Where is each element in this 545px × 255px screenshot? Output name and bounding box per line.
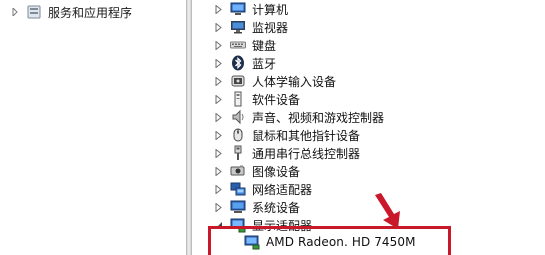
expand-arrow-icon[interactable] — [212, 18, 224, 36]
mouse-icon — [230, 127, 246, 143]
bluetooth-icon — [230, 55, 246, 71]
tree-item-monitors[interactable]: 监视器 — [212, 18, 288, 36]
highlight-box — [208, 226, 451, 255]
expand-arrow-icon[interactable] — [212, 126, 224, 144]
tree-item-label: 计算机 — [252, 2, 289, 17]
tree-item-software-devices[interactable]: 软件设备 — [212, 90, 300, 108]
tree-item-label: 图像设备 — [252, 164, 301, 179]
expand-arrow-icon[interactable] — [212, 180, 224, 198]
expand-arrow-icon[interactable] — [212, 54, 224, 72]
keyboard-icon — [230, 37, 246, 53]
services-icon — [26, 4, 42, 20]
tree-item-label: 监视器 — [252, 20, 289, 35]
tree-item-label: 网络适配器 — [252, 182, 313, 197]
tree-item-label: 键盘 — [252, 38, 277, 53]
tree-item-computer[interactable]: 计算机 — [212, 0, 288, 18]
expand-arrow-icon[interactable] — [212, 0, 224, 18]
tree-item-keyboards[interactable]: 键盘 — [212, 36, 276, 54]
expand-arrow-icon[interactable] — [212, 90, 224, 108]
software-device-icon — [230, 91, 246, 107]
expand-arrow-icon[interactable] — [212, 162, 224, 180]
expand-arrow-icon[interactable] — [212, 36, 224, 54]
tree-item-bluetooth[interactable]: 蓝牙 — [212, 54, 276, 72]
tree-item-network-adapters[interactable]: 网络适配器 — [212, 180, 312, 198]
services-and-apps-item[interactable]: 服务和应用程序 — [10, 3, 132, 21]
device-manager-window: 服务和应用程序 计算机 监视器 键盘 蓝牙 人体学输入设备 软件设备 声音、视频… — [0, 0, 545, 255]
tree-item-imaging-devices[interactable]: 图像设备 — [212, 162, 300, 180]
tree-item-label: 声音、视频和游戏控制器 — [252, 110, 385, 125]
tree-item-label: 软件设备 — [252, 92, 301, 107]
tree-item-label: 蓝牙 — [252, 56, 277, 71]
speaker-icon — [230, 109, 246, 125]
expand-arrow-icon[interactable] — [212, 72, 224, 90]
tree-item-label: 人体学输入设备 — [252, 74, 337, 89]
tree-item-sound-video-game[interactable]: 声音、视频和游戏控制器 — [212, 108, 384, 126]
tree-item-usb-controllers[interactable]: 通用串行总线控制器 — [212, 144, 360, 162]
tree-item-label: 通用串行总线控制器 — [252, 146, 361, 161]
expand-arrow-icon[interactable] — [212, 198, 224, 216]
tree-item-hid[interactable]: 人体学输入设备 — [212, 72, 336, 90]
monitor-icon — [230, 19, 246, 35]
tree-item-mice[interactable]: 鼠标和其他指针设备 — [212, 126, 360, 144]
services-and-apps-label: 服务和应用程序 — [48, 5, 133, 20]
tree-item-label: 系统设备 — [252, 200, 301, 215]
tree-item-system-devices[interactable]: 系统设备 — [212, 198, 300, 216]
hid-icon — [230, 73, 246, 89]
tree-item-label: 鼠标和其他指针设备 — [252, 128, 361, 143]
expand-arrow-icon[interactable] — [10, 7, 20, 17]
system-device-icon — [230, 199, 246, 215]
expand-arrow-icon[interactable] — [212, 108, 224, 126]
usb-icon — [230, 145, 246, 161]
network-icon — [230, 181, 246, 197]
computer-icon — [230, 1, 246, 17]
console-tree-pane: 服务和应用程序 — [0, 0, 186, 255]
camera-icon — [230, 163, 246, 179]
expand-arrow-icon[interactable] — [212, 144, 224, 162]
arrow-annotation-icon — [375, 193, 400, 229]
